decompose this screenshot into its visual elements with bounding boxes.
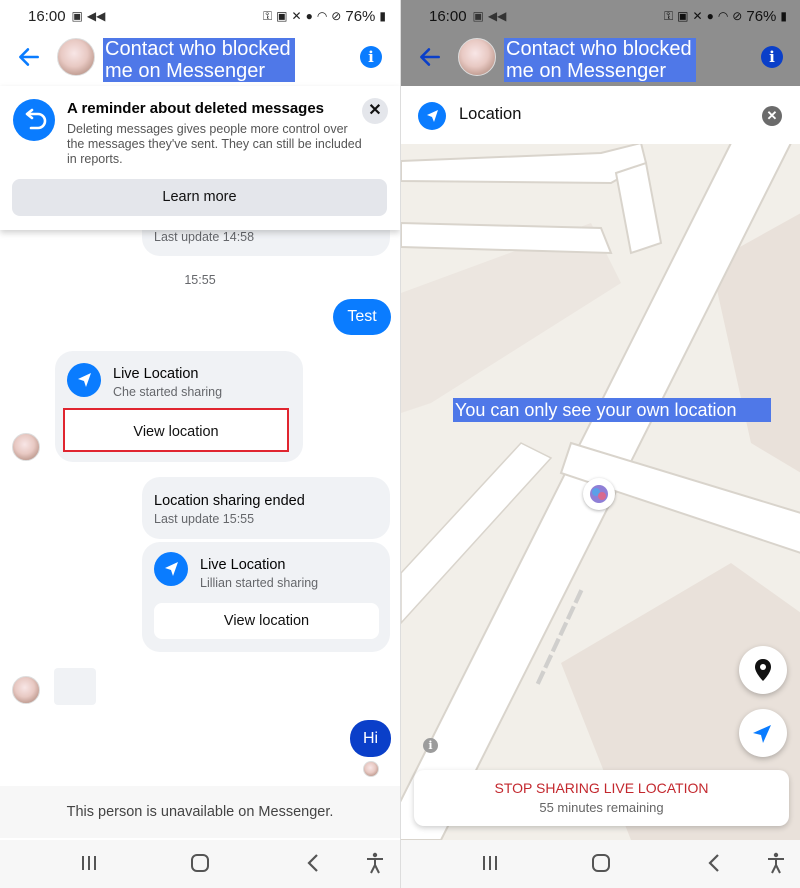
- contact-avatar-small: [12, 676, 40, 704]
- accessibility-icon[interactable]: [365, 852, 385, 874]
- battery-icon: ▮: [379, 9, 386, 23]
- time-remaining: 55 minutes remaining: [539, 800, 664, 815]
- reminder-title: A reminder about deleted messages: [67, 100, 325, 117]
- battery-level: 76%: [345, 7, 376, 25]
- gallery-icon: ▣: [472, 9, 484, 23]
- outgoing-message-test[interactable]: Test: [333, 299, 391, 335]
- home-icon[interactable]: [591, 853, 611, 873]
- close-icon[interactable]: ✕: [362, 98, 388, 124]
- gallery-icon: ▣: [71, 9, 83, 23]
- location-status-icon: ●: [305, 9, 313, 23]
- live-location-subtitle: Che started sharing: [113, 385, 223, 399]
- battery-icon: ▮: [780, 9, 787, 23]
- seen-avatar: [363, 761, 379, 777]
- recent-apps-icon[interactable]: [80, 854, 98, 872]
- message-timestamp: 15:55: [184, 273, 216, 287]
- unavailable-notice: This person is unavailable on Messenger.: [0, 786, 400, 838]
- home-icon[interactable]: [190, 853, 210, 873]
- key-icon: ⚿: [664, 8, 674, 23]
- view-location-button[interactable]: View location: [154, 603, 379, 639]
- info-icon[interactable]: i: [360, 46, 382, 68]
- status-time: 16:00: [429, 7, 467, 25]
- navigation-arrow-icon: [418, 102, 446, 130]
- info-icon: i: [761, 46, 783, 68]
- location-screen: 16:00 ▣ ◀◀ ⚿ ▣ ✕ ● ◠ ⊘ 76% ▮ Contact who…: [400, 0, 800, 888]
- back-arrow-icon[interactable]: [16, 44, 42, 70]
- contact-name: Contact who blocked me on Messenger: [504, 38, 696, 82]
- map-pin-icon: [755, 659, 771, 681]
- location-ended-title: Location sharing ended: [154, 493, 305, 509]
- recenter-button[interactable]: [739, 709, 787, 757]
- navigation-arrow-icon: [753, 725, 771, 743]
- deleted-messages-reminder: A reminder about deleted messages Deleti…: [0, 86, 400, 230]
- dnd-icon: ⊘: [732, 9, 743, 23]
- undo-icon: [13, 99, 55, 141]
- live-location-title: Live Location: [113, 366, 199, 382]
- status-bar: 16:00 ▣ ◀◀ ⚿ ▣ ✕ ● ◠ ⊘ 76% ▮: [0, 0, 400, 32]
- location-ended-subtitle: Last update 15:55: [154, 512, 255, 526]
- navigation-arrow-icon: [154, 552, 188, 586]
- recent-apps-icon[interactable]: [481, 854, 499, 872]
- location-status-icon: ●: [706, 9, 714, 23]
- android-nav-bar: [401, 840, 800, 888]
- own-location-note: You can only see your own location: [453, 398, 771, 422]
- map-attribution-icon[interactable]: i: [423, 738, 438, 753]
- map-pin-button[interactable]: [739, 646, 787, 694]
- send-icon: ◀◀: [86, 9, 106, 23]
- mute-icon: ✕: [692, 9, 703, 23]
- live-location-subtitle: Lillian started sharing: [200, 576, 319, 590]
- battery-saver-icon: ▣: [276, 9, 288, 23]
- stop-sharing-button[interactable]: STOP SHARING LIVE LOCATION 55 minutes re…: [414, 770, 789, 826]
- dnd-icon: ⊘: [331, 9, 342, 23]
- stop-sharing-label: STOP SHARING LIVE LOCATION: [494, 780, 709, 796]
- status-time: 16:00: [28, 7, 66, 25]
- chat-header: Contact who blocked me on Messenger i: [401, 32, 800, 84]
- location-sheet-header: Location ✕: [401, 86, 800, 144]
- learn-more-button[interactable]: Learn more: [12, 179, 387, 216]
- close-icon[interactable]: ✕: [762, 106, 782, 126]
- mute-icon: ✕: [291, 9, 302, 23]
- user-location-marker[interactable]: [583, 478, 615, 510]
- chat-screen: 16:00 ▣ ◀◀ ⚿ ▣ ✕ ● ◠ ⊘ 76% ▮ Contact who…: [0, 0, 400, 888]
- battery-saver-icon: ▣: [677, 9, 689, 23]
- view-location-button[interactable]: View location: [63, 408, 289, 452]
- contact-avatar: [458, 38, 496, 76]
- chat-header: Contact who blocked me on Messenger i: [0, 32, 400, 84]
- wifi-icon: ◠: [717, 9, 729, 23]
- back-arrow-icon: [420, 48, 440, 66]
- location-ended-card: Location sharing ended Last update 15:55: [142, 477, 390, 539]
- live-location-card-outgoing: Live Location Lillian started sharing Vi…: [142, 542, 390, 652]
- wifi-icon: ◠: [316, 9, 328, 23]
- reminder-body: Deleting messages gives people more cont…: [67, 122, 362, 166]
- contact-name[interactable]: Contact who blocked me on Messenger: [103, 38, 295, 82]
- accessibility-icon[interactable]: [766, 852, 786, 874]
- battery-level: 76%: [746, 7, 777, 25]
- placeholder-message: [54, 668, 96, 705]
- back-icon[interactable]: [707, 853, 721, 873]
- android-nav-bar: [0, 840, 400, 888]
- contact-avatar-small: [12, 433, 40, 461]
- outgoing-message-hi[interactable]: Hi: [350, 720, 391, 757]
- last-update-text: Last update 14:58: [154, 230, 255, 244]
- navigation-arrow-icon: [67, 363, 101, 397]
- live-location-card-incoming: Live Location Che started sharing View l…: [55, 351, 303, 462]
- back-icon[interactable]: [306, 853, 320, 873]
- key-icon: ⚿: [263, 8, 273, 23]
- live-location-title: Live Location: [200, 557, 286, 573]
- location-title: Location: [459, 105, 522, 123]
- send-icon: ◀◀: [487, 9, 507, 23]
- contact-avatar[interactable]: [57, 38, 95, 76]
- status-bar: 16:00 ▣ ◀◀ ⚿ ▣ ✕ ● ◠ ⊘ 76% ▮: [401, 0, 800, 32]
